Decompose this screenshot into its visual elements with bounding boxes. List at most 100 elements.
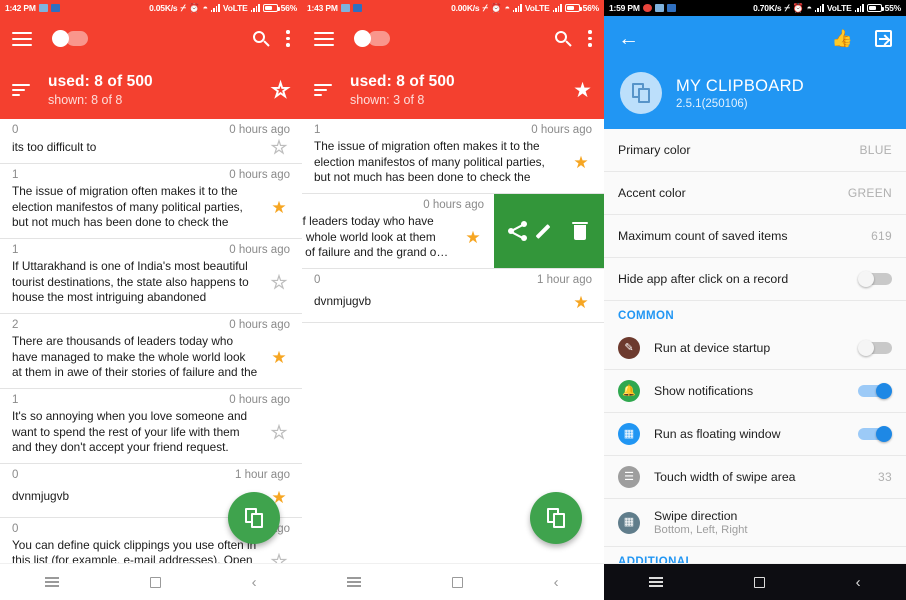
item-star-icon[interactable]: ★ xyxy=(268,349,290,366)
nav-recents-icon[interactable] xyxy=(45,577,60,587)
setting-value: BLUE xyxy=(859,143,892,157)
list-item-meta: 1 0 hours ago xyxy=(12,169,290,181)
setting-label: Run as floating window xyxy=(654,427,781,441)
list-item[interactable]: 1 0 hours ago The issue of migration oft… xyxy=(0,164,302,239)
item-star-icon[interactable]: ★ xyxy=(268,423,290,441)
setting-run-at-startup[interactable]: ✎ Run at device startup xyxy=(604,327,906,370)
panel-settings: 1:59 PM 0.70K/s ⌿ ⏰ ◓ VoLTE 55% ← 👍 MY C… xyxy=(604,0,906,600)
edit-icon[interactable] xyxy=(535,221,559,241)
setting-touch-width[interactable]: ☰ Touch width of swipe area 33 xyxy=(604,456,906,499)
item-text: dvnmjugvb xyxy=(12,489,70,504)
list-item-swiped[interactable]: 0 hours ago of leaders today who have e … xyxy=(302,194,604,269)
overflow-menu-icon[interactable] xyxy=(286,30,290,47)
search-icon[interactable] xyxy=(253,30,270,47)
new-clip-fab[interactable] xyxy=(228,492,280,544)
item-star-icon[interactable]: ★ xyxy=(268,199,290,216)
setting-value: 619 xyxy=(871,229,892,243)
status-time: 1:43 PM xyxy=(307,3,338,13)
list-item[interactable]: 1 0 hours ago The issue of migration oft… xyxy=(302,119,604,194)
search-icon[interactable] xyxy=(555,30,572,47)
status-bar: 1:59 PM 0.70K/s ⌿ ⏰ ◓ VoLTE 55% xyxy=(604,0,906,16)
setting-toggle[interactable] xyxy=(858,426,892,442)
item-star-icon[interactable]: ★ xyxy=(268,273,290,291)
item-text: It's so annoying when you love someone a… xyxy=(12,409,248,455)
item-star-icon[interactable]: ★ xyxy=(462,229,484,246)
service-toggle[interactable] xyxy=(354,30,390,47)
item-text: The issue of migration often makes it to… xyxy=(314,139,545,186)
favorites-filter-icon[interactable]: ★ xyxy=(573,80,592,101)
service-toggle[interactable] xyxy=(52,30,88,47)
nav-home-icon[interactable] xyxy=(451,576,463,588)
setting-toggle[interactable] xyxy=(858,383,892,399)
setting-hide-app-after-click[interactable]: Hide app after click on a record xyxy=(604,258,906,301)
setting-floating-window[interactable]: ▦ Run as floating window xyxy=(604,413,906,456)
shown-count-label: shown: 3 of 8 xyxy=(350,93,425,107)
sort-filter-icon[interactable] xyxy=(12,83,30,97)
list-item-body: The issue of migration often makes it to… xyxy=(12,184,290,231)
nav-back-icon[interactable]: ‹ xyxy=(252,575,257,590)
startup-icon: ✎ xyxy=(618,337,640,359)
list-item-meta: 0 1 hour ago xyxy=(12,469,290,481)
app-identity-text: MY CLIPBOARD 2.5.1(250106) xyxy=(676,77,804,110)
item-count: 1 xyxy=(12,169,19,181)
hamburger-menu-icon[interactable] xyxy=(314,31,334,46)
delete-icon[interactable] xyxy=(570,221,590,241)
item-text: If Uttarakhand is one of India's most be… xyxy=(12,259,249,306)
item-star-icon[interactable]: ★ xyxy=(570,154,592,171)
nav-recents-icon[interactable] xyxy=(347,577,362,587)
battery-percent: 56% xyxy=(280,3,298,13)
item-age: 0 hours ago xyxy=(229,124,290,136)
overflow-menu-icon[interactable] xyxy=(588,30,592,47)
app-notification-icon xyxy=(666,4,676,12)
thumbs-up-icon[interactable]: 👍 xyxy=(832,30,853,47)
setting-label: Maximum count of saved items xyxy=(618,229,788,243)
list-item-body: its too difficult to ★ xyxy=(12,138,290,156)
setting-max-saved-items[interactable]: Maximum count of saved items 619 xyxy=(604,215,906,258)
list-item-meta: 0 0 hours ago xyxy=(12,124,290,136)
item-count: 1 xyxy=(314,124,321,136)
favorites-filter-icon[interactable]: ☆ xyxy=(271,79,291,101)
signal2-icon xyxy=(552,4,562,12)
battery-icon xyxy=(564,4,582,12)
nav-back-icon[interactable]: ‹ xyxy=(554,575,559,590)
app-bar: used: 8 of 500 shown: 3 of 8 ★ xyxy=(302,16,604,119)
nav-back-icon[interactable]: ‹ xyxy=(856,575,861,590)
new-clip-fab[interactable] xyxy=(530,492,582,544)
hamburger-menu-icon[interactable] xyxy=(12,31,32,46)
setting-swipe-direction[interactable]: ▦ Swipe direction Bottom, Left, Right xyxy=(604,499,906,547)
item-age: 0 hours ago xyxy=(423,199,484,211)
status-bar-right: 0.00K/s ⌿ ⏰ ◓ VoLTE 56% xyxy=(451,3,599,13)
sort-filter-icon[interactable] xyxy=(314,83,332,97)
wifi-icon: ◓ xyxy=(504,2,510,13)
setting-toggle[interactable] xyxy=(858,271,892,287)
nav-home-icon[interactable] xyxy=(753,576,765,588)
list-item[interactable]: 1 0 hours ago It's so annoying when you … xyxy=(0,389,302,464)
mute-icon: ⌿ xyxy=(180,2,186,13)
signal2-icon xyxy=(250,4,260,12)
item-age: 0 hours ago xyxy=(229,169,290,181)
share-icon[interactable] xyxy=(507,220,528,241)
list-item-body: The issue of migration often makes it to… xyxy=(314,139,592,186)
item-star-icon[interactable]: ★ xyxy=(268,138,290,156)
signal-icon xyxy=(210,4,220,12)
item-age: 0 hours ago xyxy=(229,244,290,256)
nav-home-icon[interactable] xyxy=(149,576,161,588)
item-star-icon[interactable]: ★ xyxy=(570,294,592,311)
list-item[interactable]: 0 0 hours ago its too difficult to ★ xyxy=(0,119,302,164)
list-item[interactable]: 1 0 hours ago If Uttarakhand is one of I… xyxy=(0,239,302,314)
setting-accent-color[interactable]: Accent color GREEN xyxy=(604,172,906,215)
item-count: 0 xyxy=(12,124,19,136)
nav-recents-icon[interactable] xyxy=(649,577,664,587)
setting-toggle[interactable] xyxy=(858,340,892,356)
app-bar-actions xyxy=(555,30,592,47)
item-text: dvnmjugvb xyxy=(314,294,372,309)
setting-primary-color[interactable]: Primary color BLUE xyxy=(604,129,906,172)
swipe-action-bar xyxy=(494,194,604,268)
exit-icon[interactable] xyxy=(875,30,892,47)
settings-list: Primary color BLUE Accent color GREEN Ma… xyxy=(604,129,906,600)
back-arrow-icon[interactable]: ← xyxy=(618,28,639,49)
app-bar-titles: used: 8 of 500 shown: 3 of 8 xyxy=(350,73,455,107)
setting-show-notifications[interactable]: 🔔 Show notifications xyxy=(604,370,906,413)
list-item[interactable]: 0 1 hour ago dvnmjugvb ★ xyxy=(302,268,604,323)
list-item[interactable]: 2 0 hours ago There are thousands of lea… xyxy=(0,314,302,389)
